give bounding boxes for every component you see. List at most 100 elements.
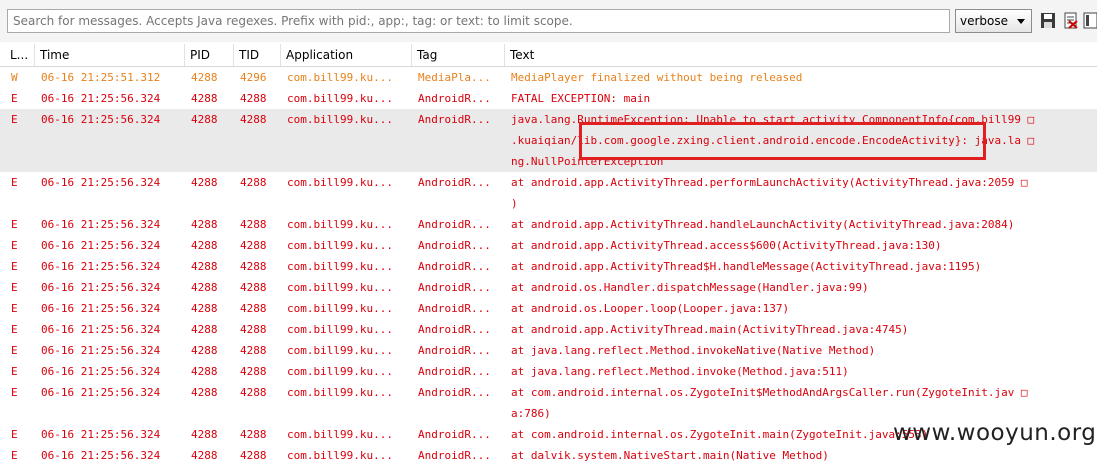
log-row[interactable]: E 06-16 21:25:56.324 4288 4288 com.bill99.ku… xyxy=(0,445,1097,462)
log-row[interactable]: E 06-16 21:25:56.324 4288 4288 com.bill99.ku… xyxy=(0,88,1097,109)
log-tid-cell: 4288 xyxy=(240,113,267,126)
log-pid-cell: 4288 xyxy=(191,386,218,399)
log-tag-cell: AndroidR... xyxy=(418,260,491,273)
log-pid-cell: 4288 xyxy=(191,344,218,357)
log-time-cell: 06-16 21:25:56.324 xyxy=(41,365,161,378)
log-tid-cell: 4296 xyxy=(240,71,267,84)
log-tid-cell: 4288 xyxy=(240,281,267,294)
log-time-cell: 06-16 21:25:56.324 xyxy=(41,428,161,441)
logcat-toolbar: verbose xyxy=(0,0,1097,42)
log-tag-cell: AndroidR... xyxy=(418,92,491,105)
clear-log-icon[interactable] xyxy=(1063,12,1079,29)
log-pid-cell: 4288 xyxy=(191,365,218,378)
log-tag-cell: AndroidR... xyxy=(418,323,491,336)
log-row[interactable]: E 06-16 21:25:56.324 4288 4288 com.bill99.ku… xyxy=(0,382,1097,424)
search-input[interactable] xyxy=(7,9,950,33)
log-pid-cell: 4288 xyxy=(191,113,218,126)
log-pid-cell: 4288 xyxy=(191,428,218,441)
log-text-line: at com.android.internal.os.ZygoteInit$Me… xyxy=(511,386,1028,399)
log-text-cell: at java.lang.reflect.Method.invoke(Metho… xyxy=(511,361,1071,382)
log-text-line: ) xyxy=(511,197,518,210)
log-tid-cell: 4288 xyxy=(240,449,267,462)
log-level-cell: E xyxy=(11,239,18,252)
log-time-cell: 06-16 21:25:56.324 xyxy=(41,323,161,336)
log-tid-cell: 4288 xyxy=(240,344,267,357)
log-pid-cell: 4288 xyxy=(191,71,218,84)
log-level-cell: W xyxy=(11,71,18,84)
log-text-cell: MediaPlayer finalized without being rele… xyxy=(511,67,1071,88)
log-tid-cell: 4288 xyxy=(240,428,267,441)
column-text-header[interactable]: Text xyxy=(505,44,1097,66)
log-app-cell: com.bill99.ku... xyxy=(287,239,393,252)
save-icon[interactable] xyxy=(1040,12,1056,29)
log-text-cell: FATAL EXCEPTION: main xyxy=(511,88,1071,109)
log-row[interactable]: E 06-16 21:25:56.324 4288 4288 com.bill99.ku… xyxy=(0,235,1097,256)
log-text-line: at android.os.Handler.dispatchMessage(Ha… xyxy=(511,281,869,294)
log-time-cell: 06-16 21:25:56.324 xyxy=(41,386,161,399)
log-app-cell: com.bill99.ku... xyxy=(287,281,393,294)
column-level-header[interactable]: L... xyxy=(5,44,35,66)
log-app-cell: com.bill99.ku... xyxy=(287,113,393,126)
column-time-header[interactable]: Time xyxy=(35,44,185,66)
column-pid-header[interactable]: PID xyxy=(185,44,234,66)
log-text-cell: at dalvik.system.NativeStart.main(Native… xyxy=(511,445,1071,462)
log-tid-cell: 4288 xyxy=(240,302,267,315)
log-tid-cell: 4288 xyxy=(240,239,267,252)
log-row[interactable]: E 06-16 21:25:56.324 4288 4288 com.bill99.ku… xyxy=(0,277,1097,298)
log-row[interactable]: E 06-16 21:25:56.324 4288 4288 com.bill99.ku… xyxy=(0,256,1097,277)
log-time-cell: 06-16 21:25:56.324 xyxy=(41,344,161,357)
log-row[interactable]: E 06-16 21:25:56.324 4288 4288 com.bill99.ku… xyxy=(0,340,1097,361)
log-time-cell: 06-16 21:25:51.312 xyxy=(41,71,161,84)
log-row[interactable]: E 06-16 21:25:56.324 4288 4288 com.bill99.ku… xyxy=(0,319,1097,340)
log-level-select[interactable]: verbose xyxy=(955,9,1032,33)
log-text-line: at java.lang.reflect.Method.invoke(Metho… xyxy=(511,365,849,378)
log-level-cell: E xyxy=(11,365,18,378)
log-row[interactable]: E 06-16 21:25:56.324 4288 4288 com.bill99.ku… xyxy=(0,172,1097,214)
log-pid-cell: 4288 xyxy=(191,302,218,315)
log-app-cell: com.bill99.ku... xyxy=(287,449,393,462)
scroll-lock-icon[interactable] xyxy=(1083,12,1097,29)
log-tag-cell: AndroidR... xyxy=(418,281,491,294)
column-tid-header[interactable]: TID xyxy=(234,44,281,66)
log-level-cell: E xyxy=(11,386,18,399)
log-level-cell: E xyxy=(11,92,18,105)
log-pid-cell: 4288 xyxy=(191,92,218,105)
log-time-cell: 06-16 21:25:56.324 xyxy=(41,449,161,462)
log-app-cell: com.bill99.ku... xyxy=(287,92,393,105)
log-tid-cell: 4288 xyxy=(240,323,267,336)
log-row[interactable]: E 06-16 21:25:56.324 4288 4288 com.bill99.ku… xyxy=(0,298,1097,319)
log-row[interactable]: E 06-16 21:25:56.324 4288 4288 com.bill99.ku… xyxy=(0,361,1097,382)
log-app-cell: com.bill99.ku... xyxy=(287,71,393,84)
log-text-cell: at android.os.Handler.dispatchMessage(Ha… xyxy=(511,277,1071,298)
log-tid-cell: 4288 xyxy=(240,260,267,273)
log-pid-cell: 4288 xyxy=(191,218,218,231)
log-text-line: at android.app.ActivityThread.performLau… xyxy=(511,176,1028,189)
log-level-cell: E xyxy=(11,449,18,462)
log-tag-cell: AndroidR... xyxy=(418,449,491,462)
log-time-cell: 06-16 21:25:56.324 xyxy=(41,176,161,189)
highlight-box xyxy=(579,122,986,160)
column-application-header[interactable]: Application xyxy=(281,44,412,66)
column-tag-header[interactable]: Tag xyxy=(412,44,505,66)
log-text-cell: at com.android.internal.os.ZygoteInit$Me… xyxy=(511,382,1071,424)
log-app-cell: com.bill99.ku... xyxy=(287,218,393,231)
log-row[interactable]: E 06-16 21:25:56.324 4288 4288 com.bill99.ku… xyxy=(0,214,1097,235)
log-row[interactable]: W 06-16 21:25:51.312 4288 4296 com.bill99.ku… xyxy=(0,67,1097,88)
log-text-cell: at android.app.ActivityThread.performLau… xyxy=(511,172,1071,214)
log-pid-cell: 4288 xyxy=(191,260,218,273)
log-tid-cell: 4288 xyxy=(240,365,267,378)
watermark: www.wooyun.org xyxy=(893,420,1097,446)
log-tid-cell: 4288 xyxy=(240,176,267,189)
log-level-cell: E xyxy=(11,323,18,336)
log-text-line: at android.app.ActivityThread$H.handleMe… xyxy=(511,260,982,273)
log-tag-cell: AndroidR... xyxy=(418,428,491,441)
log-pid-cell: 4288 xyxy=(191,281,218,294)
log-tag-cell: AndroidR... xyxy=(418,344,491,357)
log-app-cell: com.bill99.ku... xyxy=(287,428,393,441)
log-tag-cell: AndroidR... xyxy=(418,176,491,189)
log-tid-cell: 4288 xyxy=(240,218,267,231)
log-text-line: FATAL EXCEPTION: main xyxy=(511,92,651,105)
log-level-value: verbose xyxy=(960,14,1009,28)
log-pid-cell: 4288 xyxy=(191,449,218,462)
log-text-cell: at android.os.Looper.loop(Looper.java:13… xyxy=(511,298,1071,319)
